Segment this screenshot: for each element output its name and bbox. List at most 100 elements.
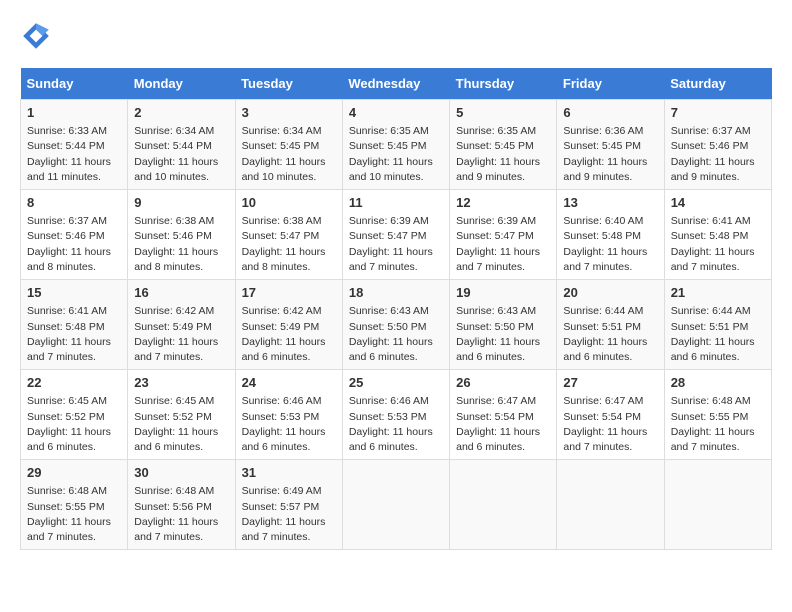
calendar-week-row: 8 Sunrise: 6:37 AM Sunset: 5:46 PM Daylig…	[21, 190, 772, 280]
day-info: Sunrise: 6:47 AM Sunset: 5:54 PM Dayligh…	[563, 394, 657, 455]
weekday-header: Saturday	[664, 68, 771, 100]
page-header	[20, 20, 772, 52]
day-info: Sunrise: 6:44 AM Sunset: 5:51 PM Dayligh…	[563, 304, 657, 365]
calendar-cell: 22Sunrise: 6:45 AM Sunset: 5:52 PM Dayli…	[21, 370, 128, 460]
day-info: Sunrise: 6:48 AM Sunset: 5:55 PM Dayligh…	[27, 484, 121, 545]
calendar-table: SundayMondayTuesdayWednesdayThursdayFrid…	[20, 68, 772, 550]
day-info: Sunrise: 6:46 AM Sunset: 5:53 PM Dayligh…	[349, 394, 443, 455]
calendar-cell	[557, 460, 664, 550]
calendar-cell: 26 Sunrise: 6:47 AM Sunset: 5:54 PM Dayli…	[450, 370, 557, 460]
day-number: 4	[349, 104, 443, 122]
day-number: 18	[349, 284, 443, 302]
calendar-cell: 15Sunrise: 6:41 AM Sunset: 5:48 PM Dayli…	[21, 280, 128, 370]
day-number: 9	[134, 194, 228, 212]
day-number: 19	[456, 284, 550, 302]
day-info: Sunrise: 6:41 AM Sunset: 5:48 PM Dayligh…	[671, 214, 765, 275]
calendar-cell	[450, 460, 557, 550]
day-info: Sunrise: 6:48 AM Sunset: 5:56 PM Dayligh…	[134, 484, 228, 545]
weekday-header: Thursday	[450, 68, 557, 100]
day-info: Sunrise: 6:43 AM Sunset: 5:50 PM Dayligh…	[349, 304, 443, 365]
day-info: Sunrise: 6:37 AM Sunset: 5:46 PM Dayligh…	[27, 214, 121, 275]
day-info: Sunrise: 6:33 AM Sunset: 5:44 PM Dayligh…	[27, 124, 121, 185]
day-number: 12	[456, 194, 550, 212]
calendar-week-row: 29Sunrise: 6:48 AM Sunset: 5:55 PM Dayli…	[21, 460, 772, 550]
day-number: 24	[242, 374, 336, 392]
day-number: 5	[456, 104, 550, 122]
day-number: 26	[456, 374, 550, 392]
day-number: 30	[134, 464, 228, 482]
calendar-cell: 4 Sunrise: 6:35 AM Sunset: 5:45 PM Daylig…	[342, 100, 449, 190]
calendar-cell: 25 Sunrise: 6:46 AM Sunset: 5:53 PM Dayli…	[342, 370, 449, 460]
day-info: Sunrise: 6:34 AM Sunset: 5:44 PM Dayligh…	[134, 124, 228, 185]
day-info: Sunrise: 6:39 AM Sunset: 5:47 PM Dayligh…	[349, 214, 443, 275]
day-info: Sunrise: 6:47 AM Sunset: 5:54 PM Dayligh…	[456, 394, 550, 455]
calendar-cell	[342, 460, 449, 550]
calendar-cell: 16Sunrise: 6:42 AM Sunset: 5:49 PM Dayli…	[128, 280, 235, 370]
calendar-body: 1 Sunrise: 6:33 AM Sunset: 5:44 PM Daylig…	[21, 100, 772, 550]
day-info: Sunrise: 6:41 AM Sunset: 5:48 PM Dayligh…	[27, 304, 121, 365]
day-number: 21	[671, 284, 765, 302]
day-number: 27	[563, 374, 657, 392]
day-number: 11	[349, 194, 443, 212]
calendar-cell: 28Sunrise: 6:48 AM Sunset: 5:55 PM Dayli…	[664, 370, 771, 460]
calendar-cell: 12 Sunrise: 6:39 AM Sunset: 5:47 PM Dayli…	[450, 190, 557, 280]
day-number: 23	[134, 374, 228, 392]
weekday-row: SundayMondayTuesdayWednesdayThursdayFrid…	[21, 68, 772, 100]
day-info: Sunrise: 6:35 AM Sunset: 5:45 PM Dayligh…	[456, 124, 550, 185]
day-info: Sunrise: 6:34 AM Sunset: 5:45 PM Dayligh…	[242, 124, 336, 185]
day-info: Sunrise: 6:39 AM Sunset: 5:47 PM Dayligh…	[456, 214, 550, 275]
calendar-cell: 24 Sunrise: 6:46 AM Sunset: 5:53 PM Dayli…	[235, 370, 342, 460]
logo-icon	[20, 20, 52, 52]
calendar-cell: 10 Sunrise: 6:38 AM Sunset: 5:47 PM Dayli…	[235, 190, 342, 280]
day-number: 1	[27, 104, 121, 122]
day-number: 6	[563, 104, 657, 122]
calendar-cell: 7 Sunrise: 6:37 AM Sunset: 5:46 PM Daylig…	[664, 100, 771, 190]
day-info: Sunrise: 6:40 AM Sunset: 5:48 PM Dayligh…	[563, 214, 657, 275]
calendar-cell: 31 Sunrise: 6:49 AM Sunset: 5:57 PM Dayli…	[235, 460, 342, 550]
day-number: 3	[242, 104, 336, 122]
day-number: 28	[671, 374, 765, 392]
calendar-cell: 19Sunrise: 6:43 AM Sunset: 5:50 PM Dayli…	[450, 280, 557, 370]
logo	[20, 20, 56, 52]
day-info: Sunrise: 6:35 AM Sunset: 5:45 PM Dayligh…	[349, 124, 443, 185]
calendar-cell: 11 Sunrise: 6:39 AM Sunset: 5:47 PM Dayli…	[342, 190, 449, 280]
day-info: Sunrise: 6:49 AM Sunset: 5:57 PM Dayligh…	[242, 484, 336, 545]
calendar-cell: 27 Sunrise: 6:47 AM Sunset: 5:54 PM Dayli…	[557, 370, 664, 460]
calendar-header: SundayMondayTuesdayWednesdayThursdayFrid…	[21, 68, 772, 100]
day-number: 8	[27, 194, 121, 212]
calendar-cell: 21 Sunrise: 6:44 AM Sunset: 5:51 PM Dayli…	[664, 280, 771, 370]
day-info: Sunrise: 6:36 AM Sunset: 5:45 PM Dayligh…	[563, 124, 657, 185]
day-number: 7	[671, 104, 765, 122]
day-number: 17	[242, 284, 336, 302]
calendar-cell: 30 Sunrise: 6:48 AM Sunset: 5:56 PM Dayli…	[128, 460, 235, 550]
calendar-cell: 29Sunrise: 6:48 AM Sunset: 5:55 PM Dayli…	[21, 460, 128, 550]
calendar-cell: 13 Sunrise: 6:40 AM Sunset: 5:48 PM Dayli…	[557, 190, 664, 280]
weekday-header: Monday	[128, 68, 235, 100]
day-number: 16	[134, 284, 228, 302]
calendar-cell: 17 Sunrise: 6:42 AM Sunset: 5:49 PM Dayli…	[235, 280, 342, 370]
day-number: 10	[242, 194, 336, 212]
day-number: 25	[349, 374, 443, 392]
calendar-week-row: 15Sunrise: 6:41 AM Sunset: 5:48 PM Dayli…	[21, 280, 772, 370]
weekday-header: Friday	[557, 68, 664, 100]
calendar-cell: 23Sunrise: 6:45 AM Sunset: 5:52 PM Dayli…	[128, 370, 235, 460]
day-info: Sunrise: 6:37 AM Sunset: 5:46 PM Dayligh…	[671, 124, 765, 185]
day-number: 22	[27, 374, 121, 392]
day-number: 14	[671, 194, 765, 212]
day-number: 13	[563, 194, 657, 212]
weekday-header: Sunday	[21, 68, 128, 100]
day-info: Sunrise: 6:46 AM Sunset: 5:53 PM Dayligh…	[242, 394, 336, 455]
day-number: 20	[563, 284, 657, 302]
weekday-header: Tuesday	[235, 68, 342, 100]
day-info: Sunrise: 6:42 AM Sunset: 5:49 PM Dayligh…	[242, 304, 336, 365]
calendar-week-row: 1 Sunrise: 6:33 AM Sunset: 5:44 PM Daylig…	[21, 100, 772, 190]
calendar-cell: 1 Sunrise: 6:33 AM Sunset: 5:44 PM Daylig…	[21, 100, 128, 190]
calendar-cell: 8 Sunrise: 6:37 AM Sunset: 5:46 PM Daylig…	[21, 190, 128, 280]
day-info: Sunrise: 6:44 AM Sunset: 5:51 PM Dayligh…	[671, 304, 765, 365]
day-number: 31	[242, 464, 336, 482]
calendar-week-row: 22Sunrise: 6:45 AM Sunset: 5:52 PM Dayli…	[21, 370, 772, 460]
calendar-cell: 14 Sunrise: 6:41 AM Sunset: 5:48 PM Dayli…	[664, 190, 771, 280]
day-info: Sunrise: 6:38 AM Sunset: 5:47 PM Dayligh…	[242, 214, 336, 275]
calendar-cell: 18 Sunrise: 6:43 AM Sunset: 5:50 PM Dayli…	[342, 280, 449, 370]
calendar-cell: 5 Sunrise: 6:35 AM Sunset: 5:45 PM Daylig…	[450, 100, 557, 190]
